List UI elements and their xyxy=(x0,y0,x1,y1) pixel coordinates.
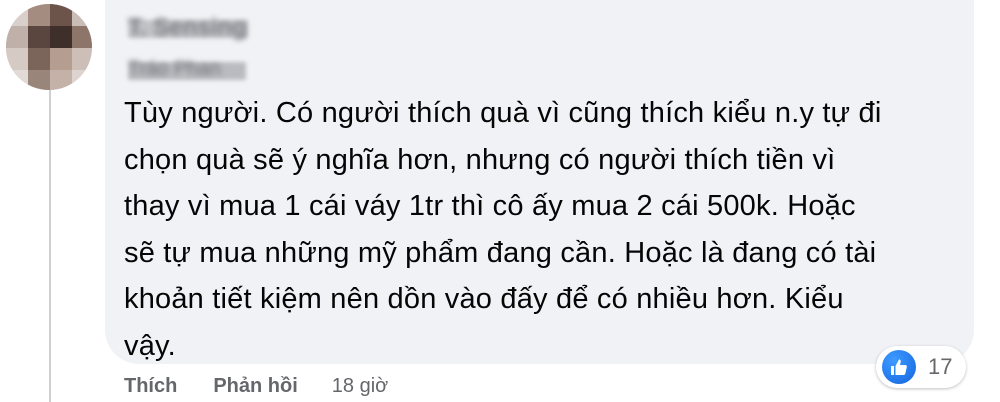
comment-line: vậy. xyxy=(124,329,176,362)
comment-line: thay vì mua 1 cái váy 1tr thì cô ấy mua … xyxy=(124,190,856,222)
reaction-count: 17 xyxy=(928,354,953,379)
comment-text: Tùy người. Có người thích quà vì cũng th… xyxy=(124,90,954,369)
timestamp[interactable]: 18 giờ xyxy=(332,375,388,398)
comment-line: khoản tiết kiệm nên dồn vào đấy để có nh… xyxy=(124,283,844,315)
author-badge: Tráo Phan xyxy=(128,58,221,80)
comment-line: sẽ tự mua những mỹ phẩm đang cần. Hoặc l… xyxy=(124,236,877,269)
avatar[interactable] xyxy=(6,4,92,90)
reply-thread-line xyxy=(49,86,51,402)
author-info[interactable]: T. Sensing Tráo Phan xyxy=(128,14,256,80)
comment-container: T. Sensing Tráo Phan Tùy người. Có người… xyxy=(0,0,1000,402)
reply-button[interactable]: Phản hồi xyxy=(213,375,297,398)
comment-line: chọn quà sẽ ý nghĩa hơn, nhưng có người … xyxy=(124,143,836,176)
author-name[interactable]: T. Sensing xyxy=(128,14,247,42)
comment-actions: Thích Phản hồi 18 giờ xyxy=(124,370,388,402)
like-button[interactable]: Thích xyxy=(124,375,177,398)
avatar-pixelated-image xyxy=(6,4,92,90)
reaction-summary[interactable]: 17 xyxy=(876,346,967,388)
comment-line: Tùy người. Có người thích quà vì cũng th… xyxy=(124,97,882,129)
like-thumb-icon xyxy=(882,350,916,384)
